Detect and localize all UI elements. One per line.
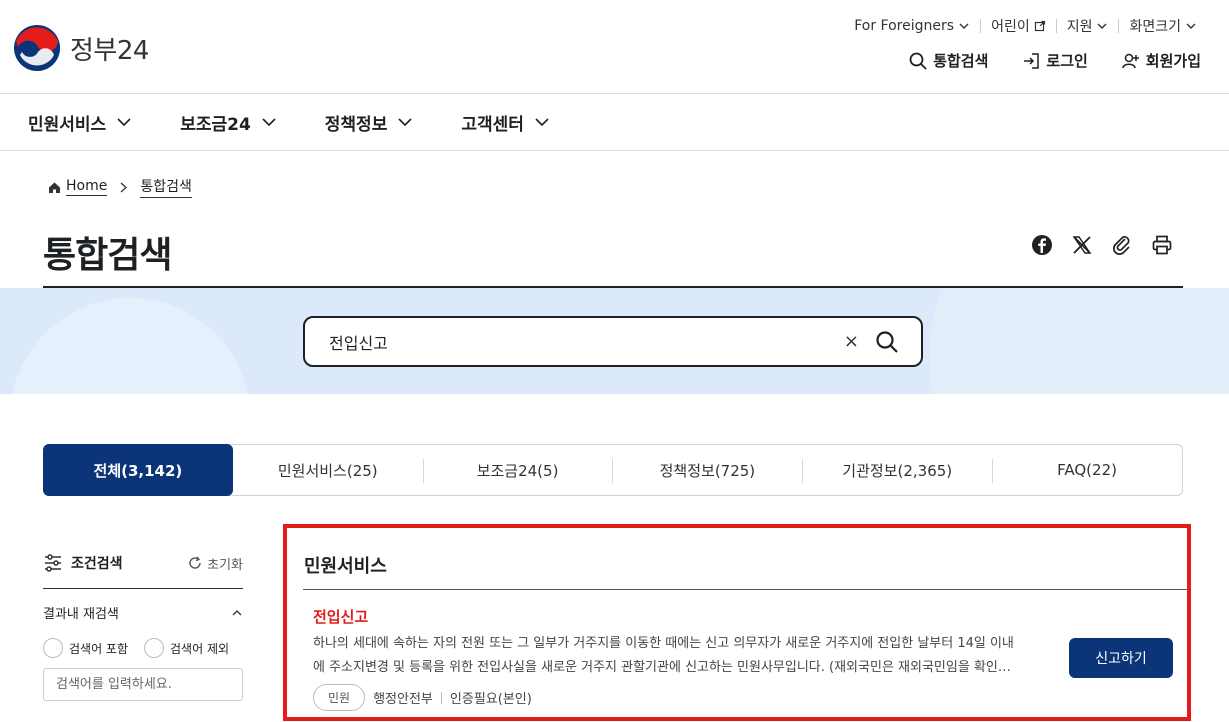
signup-button[interactable]: 회원가입 bbox=[1122, 50, 1201, 71]
result-description: 하나의 세대에 속하는 자의 전원 또는 그 일부가 거주지를 이동한 때에는 … bbox=[313, 632, 1048, 680]
page-title: 통합검색 bbox=[43, 235, 172, 276]
chevron-right-icon bbox=[120, 182, 128, 192]
breadcrumb-home-label: Home bbox=[66, 178, 108, 196]
result-meta: 민원 행정안전부 인증필요(본인) bbox=[313, 684, 532, 711]
chevron-up-icon bbox=[232, 609, 242, 615]
radio-circle bbox=[144, 638, 165, 658]
main-nav: 민원서비스 보조금24 정책정보 고객센터 bbox=[0, 94, 1229, 151]
divider bbox=[303, 589, 1187, 590]
filter-sidebar: 조건검색 초기화 결과내 재검색 검색어 포함 검색어 제외 bbox=[43, 548, 243, 701]
nav-item-label: 정책정보 bbox=[324, 114, 388, 135]
refresh-icon bbox=[189, 556, 201, 569]
taegeuk-logo-icon bbox=[14, 25, 60, 71]
unified-search-label: 통합검색 bbox=[933, 52, 989, 70]
logo-text: 정부24 bbox=[70, 35, 149, 66]
signup-label: 회원가입 bbox=[1145, 52, 1201, 70]
tab-policy-info[interactable]: 정책정보(725) bbox=[612, 445, 802, 495]
chevron-down-icon bbox=[1186, 23, 1196, 29]
login-icon bbox=[1024, 52, 1040, 69]
chevron-down-icon bbox=[535, 118, 549, 127]
decorative-circle bbox=[10, 298, 250, 394]
support-menu[interactable]: 지원 bbox=[1057, 16, 1119, 36]
share-tools bbox=[1031, 234, 1173, 256]
chevron-down-icon bbox=[959, 23, 969, 29]
home-icon bbox=[49, 182, 60, 193]
nav-item-customer-center[interactable]: 고객센터 bbox=[461, 110, 550, 135]
chevron-down-icon bbox=[398, 118, 412, 127]
x-twitter-icon[interactable] bbox=[1071, 234, 1093, 256]
reset-label: 초기화 bbox=[207, 557, 243, 573]
login-label: 로그인 bbox=[1046, 52, 1088, 70]
search-input[interactable] bbox=[329, 332, 844, 351]
unified-search-button[interactable]: 통합검색 bbox=[909, 50, 988, 71]
print-icon[interactable] bbox=[1151, 234, 1173, 256]
external-link-icon bbox=[1034, 20, 1045, 32]
nav-item-label: 보조금24 bbox=[180, 114, 251, 135]
breadcrumb: Home 통합검색 bbox=[48, 176, 192, 198]
for-foreigners-menu[interactable]: For Foreigners bbox=[844, 18, 980, 34]
search-box: × bbox=[303, 316, 923, 367]
chevron-down-icon bbox=[1097, 23, 1107, 29]
tab-faq[interactable]: FAQ(22) bbox=[992, 445, 1182, 495]
tab-civil-services[interactable]: 민원서비스(25) bbox=[233, 445, 423, 495]
screen-size-label: 화면크기 bbox=[1129, 19, 1181, 35]
utility-menu: For Foreigners 어린이 지원 화면크기 bbox=[844, 16, 1207, 36]
nav-item-civil-services[interactable]: 민원서비스 bbox=[28, 110, 132, 135]
nav-item-label: 고객센터 bbox=[461, 114, 524, 135]
refine-search-toggle[interactable]: 결과내 재검색 bbox=[43, 603, 243, 622]
kids-link[interactable]: 어린이 bbox=[981, 16, 1056, 36]
search-icon bbox=[909, 52, 927, 70]
section-title: 민원서비스 bbox=[304, 556, 387, 577]
filter-sliders-icon bbox=[45, 554, 61, 572]
filter-title: 조건검색 bbox=[43, 553, 123, 573]
breadcrumb-current[interactable]: 통합검색 bbox=[140, 176, 192, 198]
result-description-line: 하나의 세대에 속하는 자의 전원 또는 그 일부가 거주지를 이동한 때에는 … bbox=[313, 636, 1014, 651]
result-description-line: 에 주소지변경 및 등록을 위한 전입사실을 새로운 거주지 관할기관에 신고하… bbox=[313, 660, 1011, 675]
radio-circle bbox=[43, 638, 63, 658]
decorative-circle bbox=[930, 288, 1229, 394]
tab-subsidy24[interactable]: 보조금24(5) bbox=[422, 445, 613, 495]
chevron-down-icon bbox=[117, 118, 131, 127]
exclude-keyword-radio[interactable]: 검색어 제외 bbox=[144, 638, 229, 658]
link-copy-icon[interactable] bbox=[1111, 234, 1133, 256]
facebook-icon[interactable] bbox=[1031, 234, 1053, 256]
refine-search-input[interactable] bbox=[43, 668, 243, 701]
header-actions: 통합검색 로그인 회원가입 bbox=[909, 50, 1201, 71]
category-badge: 민원 bbox=[313, 684, 366, 711]
result-section-civil-services: 민원서비스 전입신고 하나의 세대에 속하는 자의 전원 또는 그 일부가 거주… bbox=[283, 524, 1191, 721]
chevron-down-icon bbox=[262, 118, 276, 127]
clear-search-button[interactable]: × bbox=[844, 331, 859, 352]
nav-item-label: 민원서비스 bbox=[28, 114, 107, 135]
support-label: 지원 bbox=[1066, 19, 1093, 35]
site-header: 정부24 For Foreigners 어린이 지원 화면크기 통합검색 로그인… bbox=[0, 0, 1229, 94]
screen-size-menu[interactable]: 화면크기 bbox=[1119, 16, 1207, 36]
reset-button[interactable]: 초기화 bbox=[188, 554, 243, 573]
tab-agency-info[interactable]: 기관정보(2,365) bbox=[802, 445, 992, 495]
include-keyword-radio[interactable]: 검색어 포함 bbox=[43, 638, 128, 658]
result-title-link[interactable]: 전입신고 bbox=[313, 606, 368, 627]
divider bbox=[43, 588, 243, 589]
kids-label: 어린이 bbox=[991, 19, 1030, 35]
auth-requirement: 인증필요(본인) bbox=[449, 692, 532, 707]
search-icon[interactable] bbox=[875, 330, 899, 354]
refine-options: 검색어 포함 검색어 제외 bbox=[43, 638, 243, 658]
login-button[interactable]: 로그인 bbox=[1022, 50, 1088, 71]
include-keyword-label: 검색어 포함 bbox=[69, 641, 129, 656]
add-user-icon bbox=[1122, 53, 1139, 68]
apply-report-button[interactable]: 신고하기 bbox=[1069, 638, 1173, 678]
filter-header: 조건검색 초기화 bbox=[43, 548, 243, 578]
tab-all[interactable]: 전체(3,142) bbox=[43, 444, 233, 496]
exclude-keyword-label: 검색어 제외 bbox=[170, 641, 230, 656]
nav-item-subsidy24[interactable]: 보조금24 bbox=[180, 110, 277, 135]
refine-search-label: 결과내 재검색 bbox=[43, 607, 119, 622]
agency-name: 행정안전부 bbox=[373, 692, 433, 707]
for-foreigners-label: For Foreigners bbox=[854, 18, 955, 34]
result-tabs: 전체(3,142) 민원서비스(25) 보조금24(5) 정책정보(725) 기… bbox=[43, 444, 1183, 496]
filter-title-label: 조건검색 bbox=[71, 556, 123, 572]
nav-item-policy-info[interactable]: 정책정보 bbox=[325, 110, 414, 135]
logo[interactable]: 정부24 bbox=[14, 25, 149, 71]
breadcrumb-home[interactable]: Home bbox=[48, 178, 108, 196]
divider bbox=[440, 691, 442, 704]
